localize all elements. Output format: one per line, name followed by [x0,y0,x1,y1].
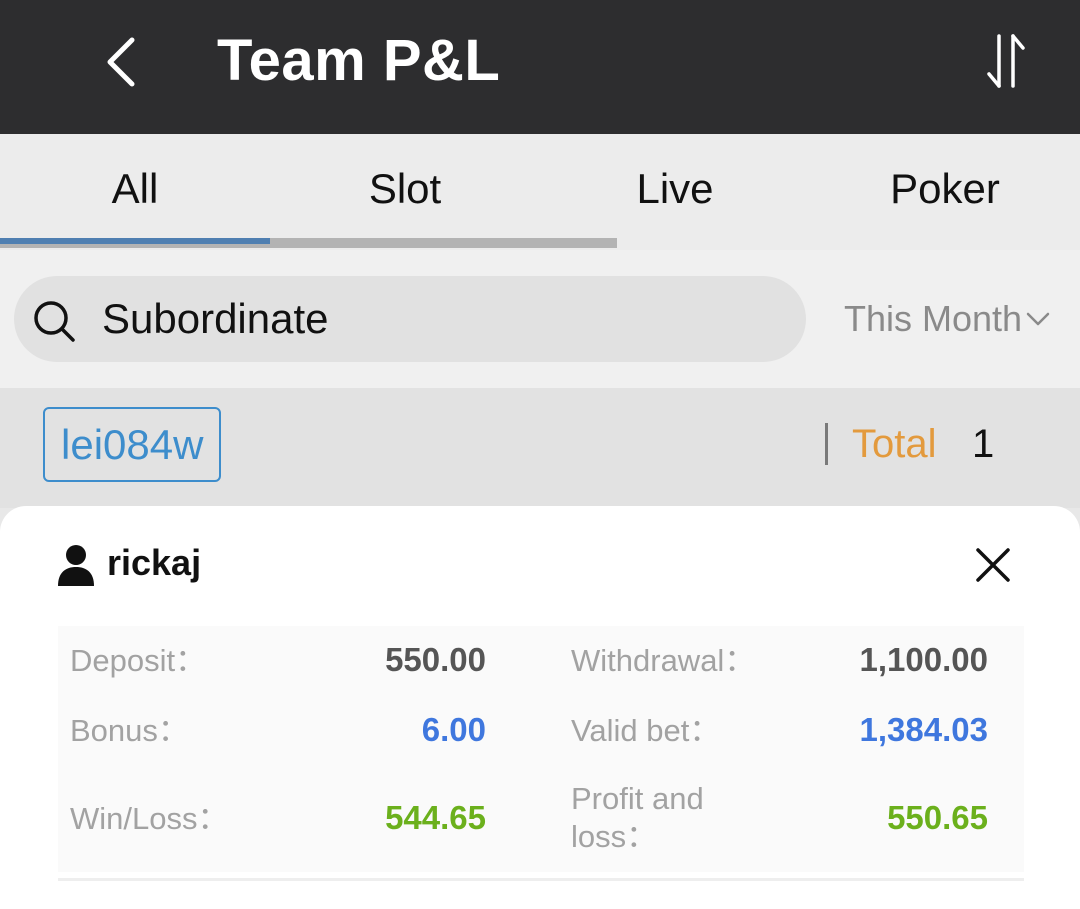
bonus-label: Bonus： [70,713,189,748]
deposit-label: Deposit： [70,643,207,678]
back-button[interactable] [92,30,148,94]
total-count: 1 [972,422,995,466]
withdrawal-value: 1,100.00 [859,641,988,678]
bonus-value: 6.00 [421,711,486,748]
total-label: Total [852,422,937,466]
account-tag[interactable]: lei084w [43,407,222,482]
stats-grid: Deposit： 550.00 Withdrawal： 1,100.00 Bon… [58,626,1024,872]
profit-loss-label-line1: Profit and [571,781,704,816]
category-tabs: All Slot Live Poker [0,134,1080,250]
winloss-value: 544.65 [385,799,486,836]
sort-arrows-icon [987,34,1025,88]
chevron-left-icon [107,37,135,87]
deposit-value: 550.00 [385,641,486,678]
hierarchy-row: lei084w Total 1 [0,388,1080,508]
close-button[interactable] [966,538,1020,592]
app-header: Team P&L [0,0,1080,134]
sort-button[interactable] [978,28,1034,94]
search-input-value: Subordinate [102,295,329,342]
card-divider [58,878,1024,881]
chevron-down-icon [1026,312,1050,326]
valid-bet-value: 1,384.03 [859,711,988,748]
divider [825,423,828,465]
filter-bar: Subordinate This Month [0,250,1080,388]
period-select[interactable]: This Month [844,294,1052,344]
page-title: Team P&L [217,28,501,93]
winloss-label: Win/Loss： [70,801,229,836]
search-input[interactable]: Subordinate [14,276,806,362]
user-icon [58,545,94,586]
profit-loss-value: 550.65 [887,799,988,836]
member-name: rickaj [107,542,202,583]
tab-active-indicator [0,238,270,244]
tab-live[interactable]: Live [540,134,810,244]
member-card: rickaj Deposit： 550.00 Withdrawal： 1,100… [0,506,1080,909]
search-icon [34,301,75,342]
period-select-value: This Month [844,298,1023,339]
valid-bet-label: Valid bet： [571,713,721,748]
withdrawal-label: Withdrawal： [571,643,756,678]
close-icon [976,548,1010,582]
profit-loss-label-line2: loss： [571,819,658,854]
tab-poker[interactable]: Poker [810,134,1080,244]
tab-slot[interactable]: Slot [270,134,540,244]
tab-all[interactable]: All [0,134,270,244]
